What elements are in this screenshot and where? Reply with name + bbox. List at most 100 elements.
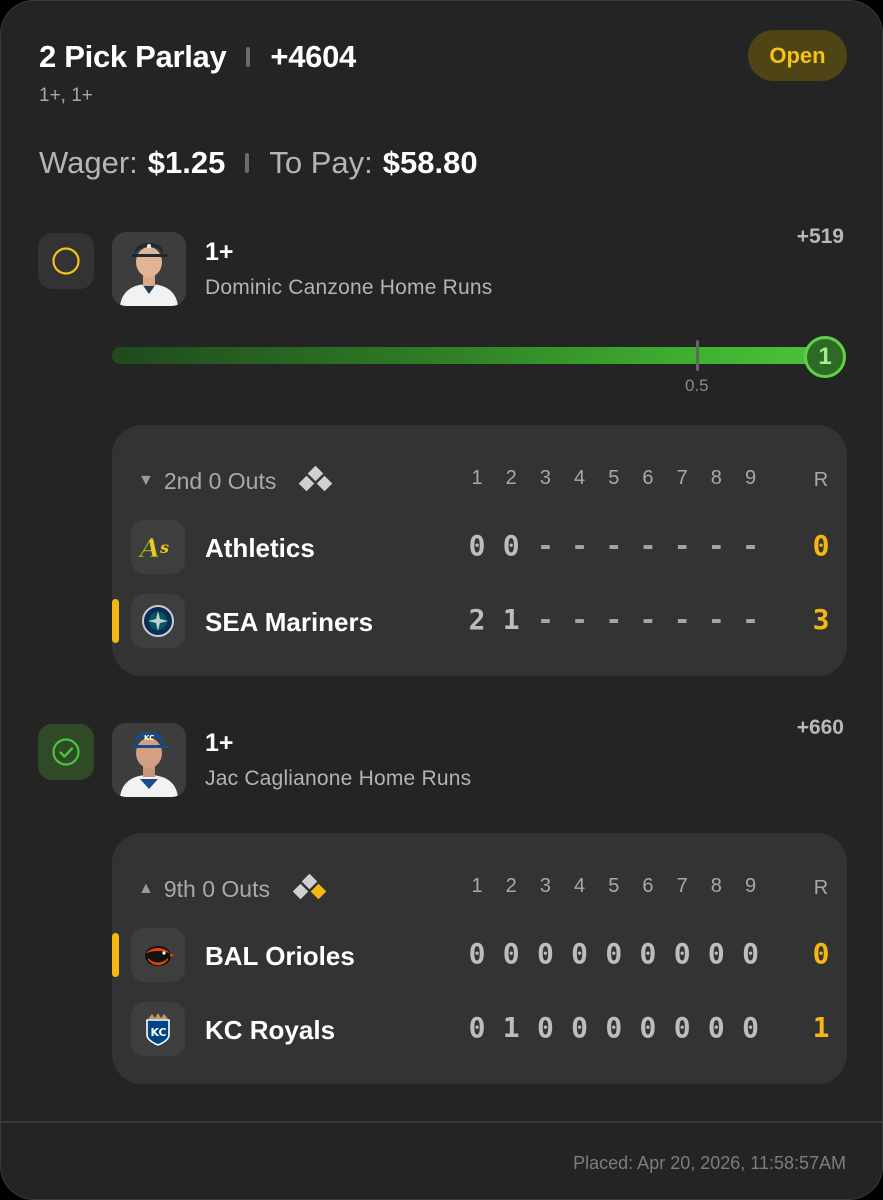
inning-score: 0 — [536, 937, 554, 970]
inning-header: 3 — [539, 875, 551, 897]
status-badge: Open — [748, 30, 847, 81]
leg-odds: +660 — [796, 716, 844, 739]
footer-divider — [1, 1121, 882, 1123]
wager-row: Wager: $1.25 To Pay: $58.80 — [39, 145, 478, 181]
wager-value: $1.25 — [147, 145, 226, 180]
inning-arrow-up-icon: ▲ — [138, 880, 154, 897]
player-headshot-icon — [112, 232, 186, 306]
line-score: 0 0 - - - - - - - — [460, 529, 768, 562]
check-circle-icon — [52, 738, 80, 766]
line-score: 0 0 0 0 0 0 0 0 0 — [460, 937, 768, 970]
inning-score: 0 — [571, 1011, 588, 1044]
inning-score: - — [571, 603, 588, 636]
leg-line: 1+ — [205, 238, 234, 266]
inning-score: 0 — [468, 529, 486, 562]
inning-score: 0 — [536, 1011, 554, 1044]
team-logo: A s — [131, 520, 185, 574]
inning-score: - — [605, 529, 623, 562]
team-runs: 0 — [812, 529, 830, 562]
inning-score: - — [673, 529, 691, 562]
svg-text:KC: KC — [144, 734, 154, 742]
inning-label: 9th 0 Outs — [163, 875, 270, 902]
line-score: 0 1 0 0 0 0 0 0 0 — [460, 1011, 768, 1044]
inning-score: - — [605, 603, 623, 636]
royals-logo-icon: KC — [146, 1013, 170, 1046]
inning-header: 8 — [710, 875, 722, 897]
progress-threshold-label: 0.5 — [685, 376, 709, 395]
wager-label: Wager: — [39, 145, 138, 180]
inning-headers: 1 2 3 4 5 6 7 8 9 — [460, 467, 768, 490]
inning-score: 0 — [742, 937, 759, 970]
inning-score: 0 — [571, 937, 588, 970]
inning-header: 4 — [574, 467, 586, 489]
inning-score: 1 — [502, 1011, 520, 1044]
inning-score: 0 — [673, 1011, 691, 1044]
inning-score: 0 — [639, 1011, 657, 1044]
inning-status: ▲ 9th 0 Outs — [138, 874, 330, 904]
runs-header: R — [813, 469, 829, 491]
wager-divider — [245, 153, 250, 173]
player-avatar: KC — [112, 723, 186, 797]
team-name: BAL Orioles — [205, 941, 355, 971]
inning-label: 2nd 0 Outs — [163, 467, 277, 494]
inning-score: - — [639, 529, 657, 562]
inning-header: 5 — [608, 467, 620, 489]
team-runs: 0 — [812, 937, 830, 970]
inning-score: 0 — [502, 937, 520, 970]
inning-score: 0 — [502, 529, 520, 562]
parlay-card[interactable]: 2 Pick Parlay +4604 1+, 1+ Open Wager: $… — [0, 0, 883, 1200]
inning-header: 4 — [574, 875, 586, 897]
inning-header: 7 — [676, 875, 688, 897]
inning-header: 2 — [505, 467, 517, 489]
team-name: SEA Mariners — [205, 607, 374, 637]
leg-line: 1+ — [205, 729, 234, 757]
parlay-odds: +4604 — [270, 39, 356, 74]
inning-score: - — [639, 603, 657, 636]
bases-diamond-icon — [292, 874, 327, 900]
open-circle-icon — [52, 247, 80, 275]
inning-score: 0 — [605, 1011, 623, 1044]
to-pay-value: $58.80 — [382, 145, 478, 180]
to-pay-label: To Pay: — [269, 145, 373, 180]
inning-score: 0 — [673, 937, 691, 970]
leg-odds: +519 — [796, 225, 844, 248]
parlay-title: 2 Pick Parlay — [39, 39, 227, 74]
orioles-logo-icon — [145, 946, 175, 966]
inning-header: 6 — [642, 467, 654, 489]
leg-description: Jac Caglianone Home Runs — [205, 767, 472, 790]
inning-header: 3 — [539, 467, 551, 489]
parlay-subtitle: 1+, 1+ — [39, 85, 93, 106]
progress-threshold-tick — [696, 340, 699, 371]
inning-arrow-down-icon: ▼ — [138, 472, 154, 489]
inning-header: 6 — [642, 875, 654, 897]
batting-indicator — [112, 933, 119, 977]
inning-score: 0 — [742, 1011, 759, 1044]
leg-description: Dominic Canzone Home Runs — [205, 276, 493, 299]
player-headshot-icon: KC — [112, 723, 186, 797]
team-logo — [131, 594, 185, 648]
progress-bar — [112, 347, 828, 364]
inning-score: - — [536, 529, 554, 562]
inning-status: ▼ 2nd 0 Outs — [138, 466, 336, 496]
leg-status-won — [38, 724, 94, 780]
inning-header: 1 — [471, 467, 483, 489]
team-runs: 1 — [812, 1011, 830, 1044]
inning-header: 2 — [505, 875, 517, 897]
placed-timestamp: Placed: Apr 20, 2026, 11:58:57AM — [573, 1153, 846, 1173]
inning-header: 9 — [744, 875, 757, 897]
inning-score: - — [536, 603, 554, 636]
mariners-logo-icon — [142, 605, 174, 637]
inning-score: 1 — [502, 603, 520, 636]
line-score: 2 1 - - - - - - - — [460, 603, 768, 636]
inning-score: 0 — [707, 1011, 725, 1044]
team-runs: 3 — [812, 603, 830, 636]
team-name: Athletics — [205, 533, 315, 563]
team-logo — [131, 928, 185, 982]
runs-header: R — [813, 877, 829, 899]
inning-header: 8 — [710, 467, 722, 489]
inning-score: - — [742, 529, 759, 562]
inning-header: 7 — [676, 467, 688, 489]
inning-score: 0 — [468, 937, 486, 970]
batting-indicator — [112, 599, 119, 643]
athletics-logo-icon: A s — [138, 534, 169, 565]
